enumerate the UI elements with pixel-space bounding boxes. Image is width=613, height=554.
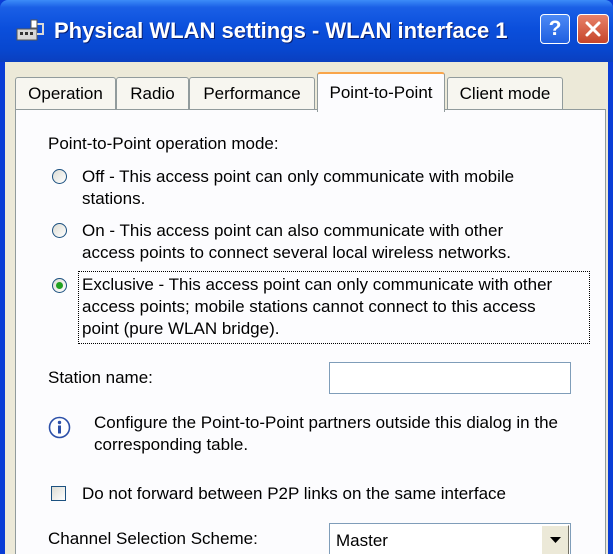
tab-client-mode[interactable]: Client mode [447, 77, 563, 110]
channel-scheme-label: Channel Selection Scheme: [48, 529, 258, 548]
help-button[interactable]: ? [540, 14, 570, 44]
radio-off-label-line2: stations. [82, 189, 146, 208]
radio-exclusive-label-line1: Exclusive - This access point can only c… [82, 275, 553, 294]
title-bar[interactable]: Physical WLAN settings - WLAN interface … [0, 0, 613, 62]
radio-on-label-line1: On - This access point can also communic… [82, 221, 504, 240]
radio-off-button[interactable] [52, 169, 67, 184]
radio-exclusive-label-line2: access points; mobile stations cannot co… [82, 297, 536, 316]
dropdown-button[interactable] [541, 525, 569, 554]
network-plug-icon [16, 19, 44, 41]
tab-panel-point-to-point: Point-to-Point operation mode: Off - Thi… [15, 109, 606, 554]
radio-exclusive-label-line3: point (pure WLAN bridge). [82, 319, 280, 338]
tab-strip: Operation Radio Performance Point-to-Poi… [15, 72, 605, 112]
close-icon [585, 21, 601, 37]
operation-mode-heading: Point-to-Point operation mode: [48, 134, 279, 153]
station-name-field[interactable] [329, 362, 571, 394]
info-icon [48, 416, 71, 439]
tab-point-to-point[interactable]: Point-to-Point [317, 72, 445, 112]
tab-performance[interactable]: Performance [189, 77, 315, 110]
info-text-line2: corresponding table. [94, 435, 249, 454]
channel-scheme-dropdown[interactable]: Master [329, 523, 571, 554]
close-button[interactable] [577, 14, 609, 44]
radio-off-label-line1: Off - This access point can only communi… [82, 167, 515, 186]
no-forward-checkbox[interactable] [51, 486, 66, 501]
help-icon: ? [548, 17, 562, 40]
tab-radio[interactable]: Radio [116, 77, 189, 110]
no-forward-label: Do not forward between P2P links on the … [82, 484, 506, 503]
station-name-label: Station name: [48, 368, 153, 387]
info-text-line1: Configure the Point-to-Point partners ou… [94, 413, 558, 432]
dialog-window: Physical WLAN settings - WLAN interface … [0, 0, 613, 554]
tab-operation[interactable]: Operation [15, 77, 116, 110]
radio-on-button[interactable] [52, 223, 67, 238]
chevron-down-icon [550, 537, 561, 543]
window-title: Physical WLAN settings - WLAN interface … [54, 18, 508, 43]
channel-scheme-value: Master [336, 531, 388, 550]
radio-on-label-line2: access points to connect several local w… [82, 243, 511, 262]
dialog-body: Operation Radio Performance Point-to-Poi… [5, 62, 608, 554]
radio-exclusive-button[interactable] [52, 278, 67, 293]
